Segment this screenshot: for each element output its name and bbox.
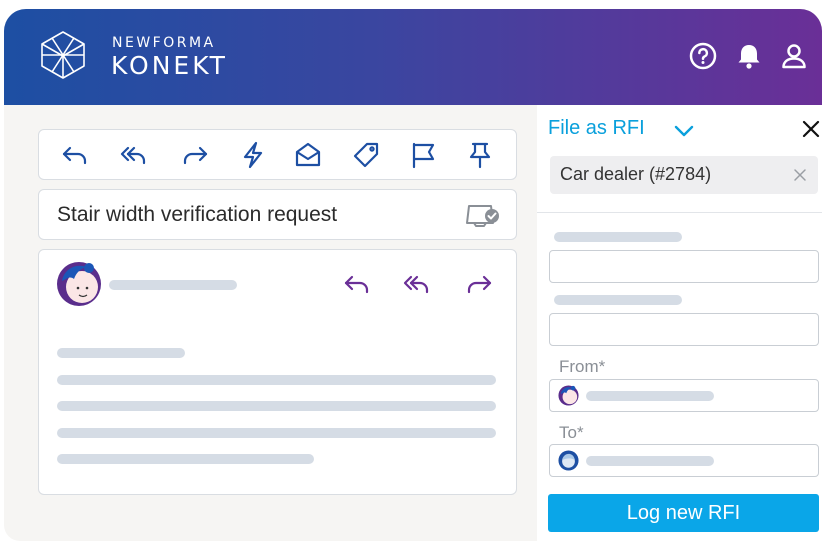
chevron-down-icon[interactable] bbox=[672, 119, 696, 143]
email-pane: Stair width verification request bbox=[4, 105, 537, 541]
subject-bar: Stair width verification request bbox=[38, 189, 517, 240]
from-value-placeholder bbox=[586, 391, 714, 401]
body-line-placeholder bbox=[57, 428, 496, 438]
flag-icon[interactable] bbox=[408, 140, 438, 170]
reply-all-icon[interactable] bbox=[119, 140, 149, 170]
rfi-field-1[interactable] bbox=[549, 250, 819, 283]
newforma-logo-icon bbox=[41, 31, 85, 79]
lightning-icon[interactable] bbox=[238, 140, 268, 170]
to-value-placeholder bbox=[586, 456, 714, 466]
remove-tag-icon[interactable] bbox=[792, 167, 808, 183]
app-window: NEWFORMA KONEKT Stair width verification… bbox=[4, 9, 822, 541]
reply-all-icon[interactable] bbox=[402, 269, 432, 299]
to-field[interactable] bbox=[549, 444, 819, 477]
project-tag[interactable]: Car dealer (#2784) bbox=[550, 156, 818, 194]
rfi-field-2[interactable] bbox=[549, 313, 819, 346]
close-icon[interactable] bbox=[800, 118, 822, 140]
project-tag-label: Car dealer (#2784) bbox=[560, 164, 712, 184]
email-subject: Stair width verification request bbox=[57, 203, 338, 226]
body-line-placeholder bbox=[57, 348, 185, 358]
panel-title[interactable]: File as RFI bbox=[548, 117, 645, 140]
field-label-placeholder bbox=[554, 232, 682, 242]
tag-icon[interactable] bbox=[351, 140, 381, 170]
log-new-rfi-button[interactable]: Log new RFI bbox=[548, 494, 819, 532]
forward-icon[interactable] bbox=[180, 140, 210, 170]
bell-icon[interactable] bbox=[734, 41, 764, 71]
mark-read-icon[interactable] bbox=[293, 140, 323, 170]
app-header: NEWFORMA KONEKT bbox=[4, 9, 822, 105]
filed-inbox-icon bbox=[466, 205, 499, 227]
user-icon[interactable] bbox=[779, 41, 809, 71]
reply-icon[interactable] bbox=[342, 269, 372, 299]
divider bbox=[537, 212, 822, 213]
forward-icon[interactable] bbox=[464, 269, 494, 299]
to-label: To* bbox=[559, 423, 584, 442]
recipient-avatar bbox=[558, 450, 579, 471]
file-as-rfi-panel: File as RFI Car dealer (#2784) From* To*… bbox=[537, 105, 822, 541]
body-line-placeholder bbox=[57, 401, 496, 411]
from-label: From* bbox=[559, 357, 606, 376]
reply-icon[interactable] bbox=[60, 140, 90, 170]
body-line-placeholder bbox=[57, 454, 314, 464]
sender-avatar bbox=[558, 385, 579, 406]
pin-icon[interactable] bbox=[465, 140, 495, 170]
sender-avatar bbox=[57, 262, 101, 306]
field-label-placeholder bbox=[554, 295, 682, 305]
brand-name: NEWFORMA bbox=[112, 35, 216, 51]
sender-name-placeholder bbox=[109, 280, 237, 290]
email-toolbar bbox=[38, 129, 517, 180]
email-message bbox=[38, 249, 517, 495]
product-name: KONEKT bbox=[111, 51, 228, 80]
help-icon[interactable] bbox=[688, 41, 718, 71]
body-line-placeholder bbox=[57, 375, 496, 385]
from-field[interactable] bbox=[549, 379, 819, 412]
